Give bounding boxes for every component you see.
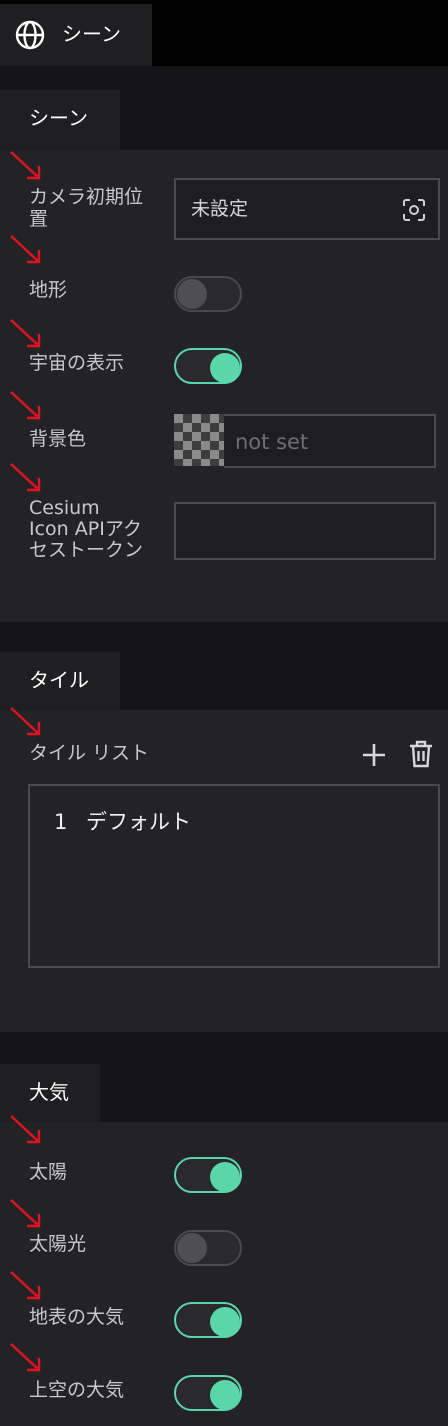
annotation-arrow-icon — [10, 1199, 41, 1228]
capture-camera-icon[interactable] — [402, 198, 426, 222]
tiles-tab-label: タイル — [29, 668, 89, 692]
toggle-knob — [177, 279, 207, 309]
background-color-placeholder: not set — [235, 430, 309, 454]
toggle-knob — [177, 1233, 207, 1263]
annotation-arrow-icon — [10, 1271, 41, 1300]
trash-icon[interactable] — [408, 740, 434, 768]
toggle-knob — [210, 1380, 240, 1410]
sunlight-label: 太陽光 — [29, 1233, 87, 1255]
terrain-toggle[interactable] — [174, 276, 242, 312]
annotation-arrow-icon — [10, 151, 41, 180]
annotation-arrow-icon — [10, 463, 41, 492]
plus-icon[interactable] — [361, 742, 387, 768]
sky-atmosphere-toggle[interactable] — [174, 1375, 242, 1411]
ground-atmosphere-toggle[interactable] — [174, 1302, 242, 1338]
annotation-arrow-icon — [10, 391, 41, 420]
annotation-arrow-icon — [10, 1115, 41, 1144]
cesium-token-input[interactable] — [174, 502, 436, 560]
tile-list: 1 デフォルト — [28, 784, 440, 968]
tile-list-label: タイル リスト — [29, 742, 150, 764]
sky-atmosphere-label: 上空の大気 — [29, 1379, 125, 1401]
toggle-knob — [210, 1307, 240, 1337]
ground-atmosphere-label: 地表の大気 — [29, 1306, 125, 1328]
toggle-knob — [210, 1162, 240, 1192]
background-color-label: 背景色 — [29, 428, 87, 450]
sun-label: 太陽 — [29, 1161, 68, 1183]
annotation-arrow-icon — [10, 1343, 41, 1372]
camera-position-label: カメラ初期位置 — [29, 186, 144, 230]
annotation-arrow-icon — [10, 707, 41, 736]
list-item[interactable]: デフォルト — [86, 808, 191, 836]
annotation-arrow-icon — [10, 319, 41, 348]
terrain-label: 地形 — [29, 279, 68, 301]
scene-tab-label: シーン — [29, 106, 88, 130]
cesium-token-label: Cesium Icon APIアク セストークン — [29, 497, 144, 561]
toggle-knob — [210, 353, 240, 383]
background-color-input[interactable]: not set — [224, 414, 436, 468]
space-display-label: 宇宙の表示 — [29, 352, 125, 374]
color-swatch[interactable] — [174, 414, 226, 466]
annotation-arrow-icon — [10, 235, 41, 264]
camera-position-value: 未設定 — [191, 198, 249, 220]
space-display-toggle[interactable] — [174, 348, 242, 384]
camera-position-field[interactable]: 未設定 — [174, 178, 440, 240]
page-title: シーン — [62, 22, 121, 46]
atmosphere-tab-label: 大気 — [29, 1080, 69, 1104]
globe-icon — [15, 20, 45, 50]
sunlight-toggle[interactable] — [174, 1230, 242, 1266]
list-item-index: 1 — [54, 810, 68, 834]
sun-toggle[interactable] — [174, 1157, 242, 1193]
